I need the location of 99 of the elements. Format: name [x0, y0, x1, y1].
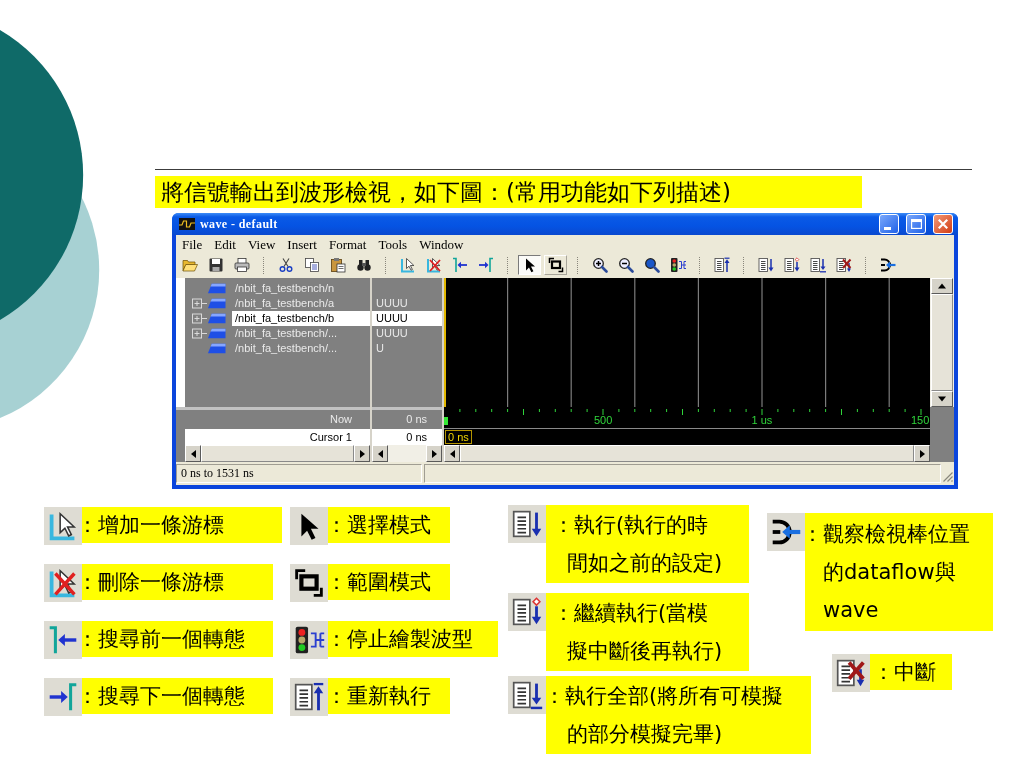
legend-label: ：範圍模式 — [328, 564, 450, 600]
left-arrow-line-icon[interactable] — [451, 257, 468, 273]
menu-item[interactable]: View — [242, 236, 283, 253]
signal-icon — [207, 343, 226, 354]
right-arrow-icon — [919, 449, 925, 458]
list-diamond-arrow-icon[interactable] — [783, 257, 800, 273]
crossed-pointer-icon[interactable] — [425, 257, 442, 273]
legend-label: ：執行(執行的時間如之前的設定) — [546, 505, 749, 583]
signal-icon — [207, 283, 226, 294]
printer-icon[interactable] — [233, 257, 250, 273]
outline-pointer-icon[interactable] — [399, 257, 416, 273]
bracket-arrow-icon[interactable] — [879, 257, 896, 273]
signal-value: UUUU — [375, 296, 409, 311]
legend-label: ：選擇模式 — [328, 507, 450, 543]
frame-box-icon — [290, 564, 328, 602]
frame-box-icon — [547, 257, 564, 273]
cursor-time: 0 ns — [372, 429, 442, 445]
signal-value: UUUU — [375, 326, 409, 341]
expand-icon[interactable] — [192, 298, 207, 309]
expand-icon[interactable] — [192, 328, 207, 339]
crossed-pointer-icon — [44, 564, 82, 602]
menu-item[interactable]: File — [177, 236, 210, 253]
maximize-button[interactable] — [906, 214, 926, 234]
slide-caption: 將信號輸出到波形檢視，如下圖：(常用功能如下列描述) — [155, 176, 862, 208]
scrollbar-thumb[interactable] — [931, 294, 953, 391]
pointer-icon — [290, 507, 328, 545]
legend-label: ：執行全部(將所有可模擬的部分模擬完畢) — [546, 676, 811, 754]
menu-item[interactable]: Insert — [282, 236, 324, 253]
scroll-right-button[interactable] — [914, 445, 930, 462]
scroll-left-button[interactable] — [444, 445, 460, 462]
down-arrow-icon — [938, 396, 946, 402]
signal-value: UUUU — [372, 311, 442, 326]
ruler-label: 500 — [594, 414, 613, 426]
list-bar-arrow-icon[interactable] — [809, 257, 826, 273]
menu-item[interactable]: Tools — [373, 236, 415, 253]
close-button[interactable] — [933, 214, 953, 234]
ruler-label: 150 — [911, 414, 930, 426]
legend-label: ：停止繪製波型 — [328, 621, 498, 657]
legend-label: ：觀察檢視棒位置的dataflow與wave — [805, 513, 993, 631]
scroll-down-button[interactable] — [931, 391, 953, 407]
menu-item[interactable]: Format — [323, 236, 374, 253]
cursor-time-label[interactable]: 0 ns — [445, 430, 472, 444]
select-mode-button[interactable] — [518, 255, 541, 275]
expand-icon[interactable] — [192, 313, 207, 324]
ruler-label: 1 us — [751, 414, 773, 426]
signal-name[interactable]: /nbit_fa_testbench/b — [232, 311, 370, 326]
crossed-list-icon — [832, 654, 870, 692]
zoom-out-icon[interactable] — [617, 257, 634, 273]
scroll-up-button[interactable] — [931, 278, 953, 294]
right-arrow-icon — [359, 449, 365, 458]
scissors-icon[interactable] — [277, 257, 294, 273]
traffic-light-icon[interactable] — [669, 257, 686, 273]
scrollbar-thumb[interactable] — [201, 445, 354, 462]
legend-label: ：搜尋前一個轉態 — [82, 621, 273, 657]
right-arrow-icon — [431, 449, 437, 458]
left-arrow-icon — [190, 449, 196, 458]
legend-label: ：增加一條游標 — [82, 507, 282, 543]
close-icon — [938, 219, 948, 229]
minimize-icon — [883, 227, 891, 230]
scroll-left-button[interactable] — [185, 445, 201, 462]
legend-label: ：刪除一條游標 — [82, 564, 273, 600]
clipboard-icon[interactable] — [329, 257, 346, 273]
right-arrow-line-icon[interactable] — [477, 257, 494, 273]
status-text: 0 ns to 1531 ns — [176, 464, 422, 483]
minimize-button[interactable] — [879, 214, 899, 234]
legend-label: ：重新執行 — [328, 678, 450, 714]
cursor-marker-icon — [444, 417, 448, 425]
signal-icon — [207, 328, 226, 339]
scroll-left-button[interactable] — [372, 445, 388, 462]
zoom-in-icon[interactable] — [591, 257, 608, 273]
zoom-mode-button[interactable] — [544, 255, 567, 275]
wave-icon — [179, 218, 195, 230]
documents-icon[interactable] — [303, 257, 320, 273]
legend-label: ：繼續執行(當模擬中斷後再執行) — [546, 593, 749, 671]
outline-pointer-icon — [44, 507, 82, 545]
window-title: wave - default — [200, 216, 278, 232]
folder-icon[interactable] — [181, 257, 198, 273]
signal-icon — [207, 298, 226, 309]
left-arrow-icon — [449, 449, 455, 458]
list-up-arrow-icon[interactable] — [713, 257, 730, 273]
left-arrow-icon — [377, 449, 383, 458]
up-arrow-icon — [938, 283, 946, 289]
menu-item[interactable]: Window — [414, 236, 471, 253]
signal-value: U — [375, 341, 385, 356]
legend-label: ：搜尋下一個轉態 — [82, 678, 273, 714]
list-down-arrow-icon[interactable] — [757, 257, 774, 273]
scroll-right-button[interactable] — [354, 445, 370, 462]
cursor-name[interactable]: Cursor 1 — [185, 429, 370, 445]
maximize-icon — [910, 219, 922, 229]
traffic-light-icon — [290, 621, 328, 659]
binoculars-icon[interactable] — [355, 257, 372, 273]
resize-grip-icon[interactable] — [943, 472, 953, 482]
crossed-list-icon[interactable] — [835, 257, 852, 273]
menu-item[interactable]: Edit — [209, 236, 243, 253]
magnifier-icon[interactable] — [643, 257, 660, 273]
scroll-right-button[interactable] — [426, 445, 442, 462]
save-icon[interactable] — [207, 257, 224, 273]
signal-icon — [207, 313, 226, 324]
legend-label: ：中斷 — [870, 654, 952, 690]
